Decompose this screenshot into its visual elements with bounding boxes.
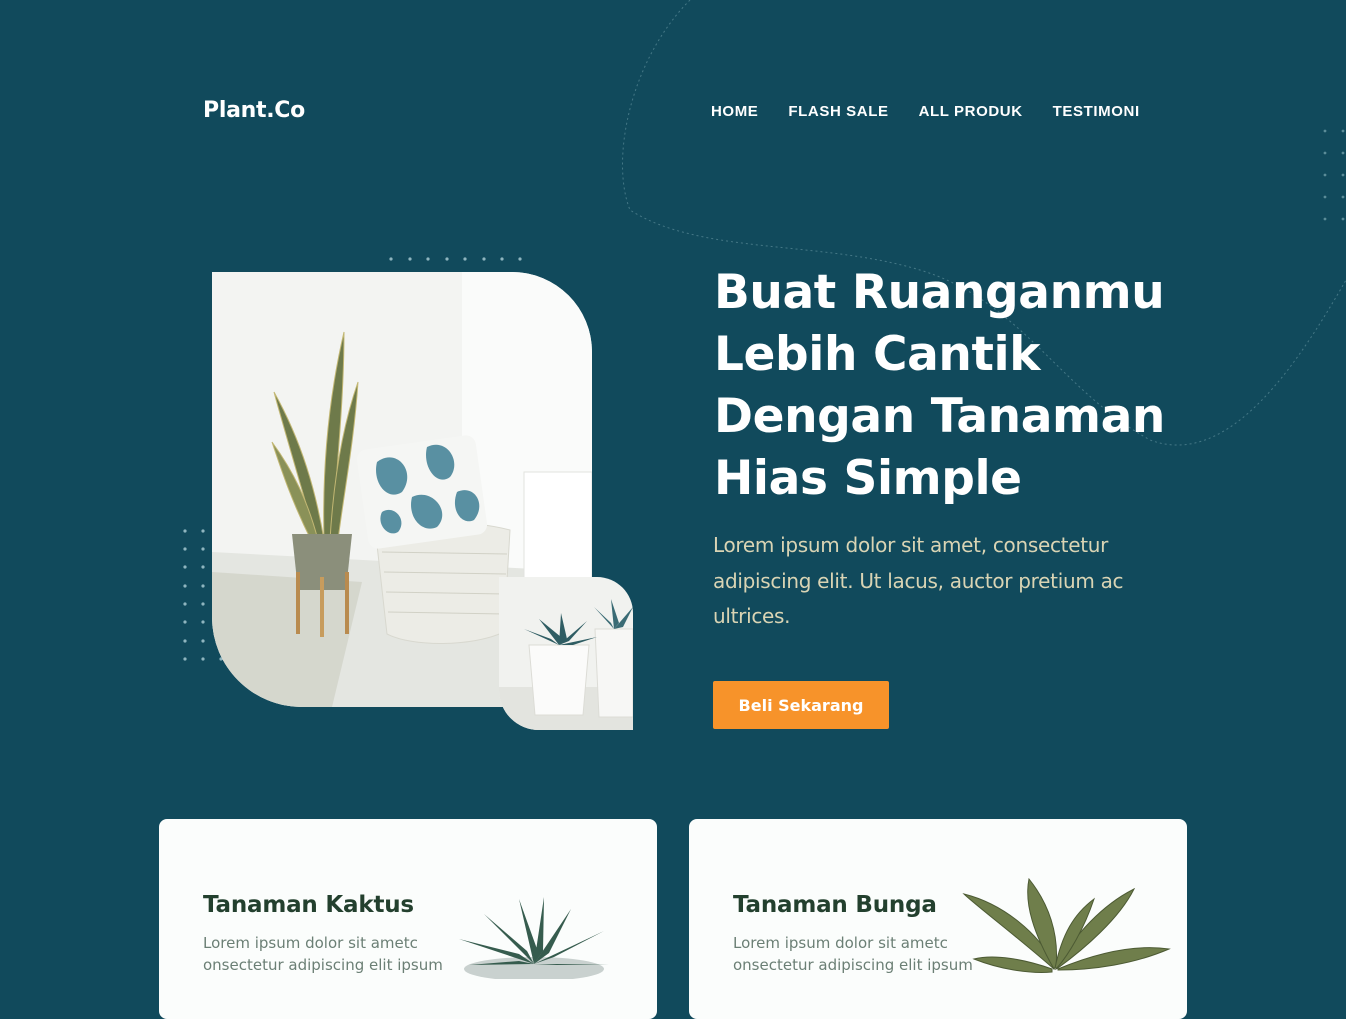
category-card-bunga[interactable]: Tanaman Bunga Lorem ipsum dolor sit amet… [689,819,1187,1019]
headline-line-1: Buat Ruanganmu [714,265,1165,320]
card-description: Lorem ipsum dolor sit ametc onsectetur a… [733,934,973,974]
card-description: Lorem ipsum dolor sit ametc onsectetur a… [203,934,443,974]
hero-description: Lorem ipsum dolor sit amet, consectetur … [713,533,1124,628]
cactus-image [459,897,609,979]
nav-flash-sale[interactable]: FLASH SALE [788,103,888,120]
card-title: Tanaman Kaktus [203,892,414,918]
brand-logo[interactable]: Plant.Co [203,98,305,123]
headline-line-3: Dengan Tanaman [714,389,1165,444]
category-card-kaktus[interactable]: Tanaman Kaktus Lorem ipsum dolor sit ame… [159,819,657,1019]
buy-now-button[interactable]: Beli Sekarang [713,681,889,729]
hero-headline: Buat Ruanganmu Lebih Cantik Dengan Tanam… [714,262,1234,510]
card-title: Tanaman Bunga [733,892,937,918]
dot-grid-top [389,257,522,261]
main-nav: HOME FLASH SALE ALL PRODUK TESTIMONI [711,103,1140,120]
headline-line-2: Lebih Cantik [714,327,1041,382]
hero-small-image [499,577,633,730]
nav-home[interactable]: HOME [711,103,758,120]
headline-line-4: Hias Simple [714,451,1022,506]
nav-testimoni[interactable]: TESTIMONI [1053,103,1140,120]
nav-all-produk[interactable]: ALL PRODUK [919,103,1023,120]
flower-plant-image [962,877,1171,973]
dot-grid-right [1323,129,1345,221]
